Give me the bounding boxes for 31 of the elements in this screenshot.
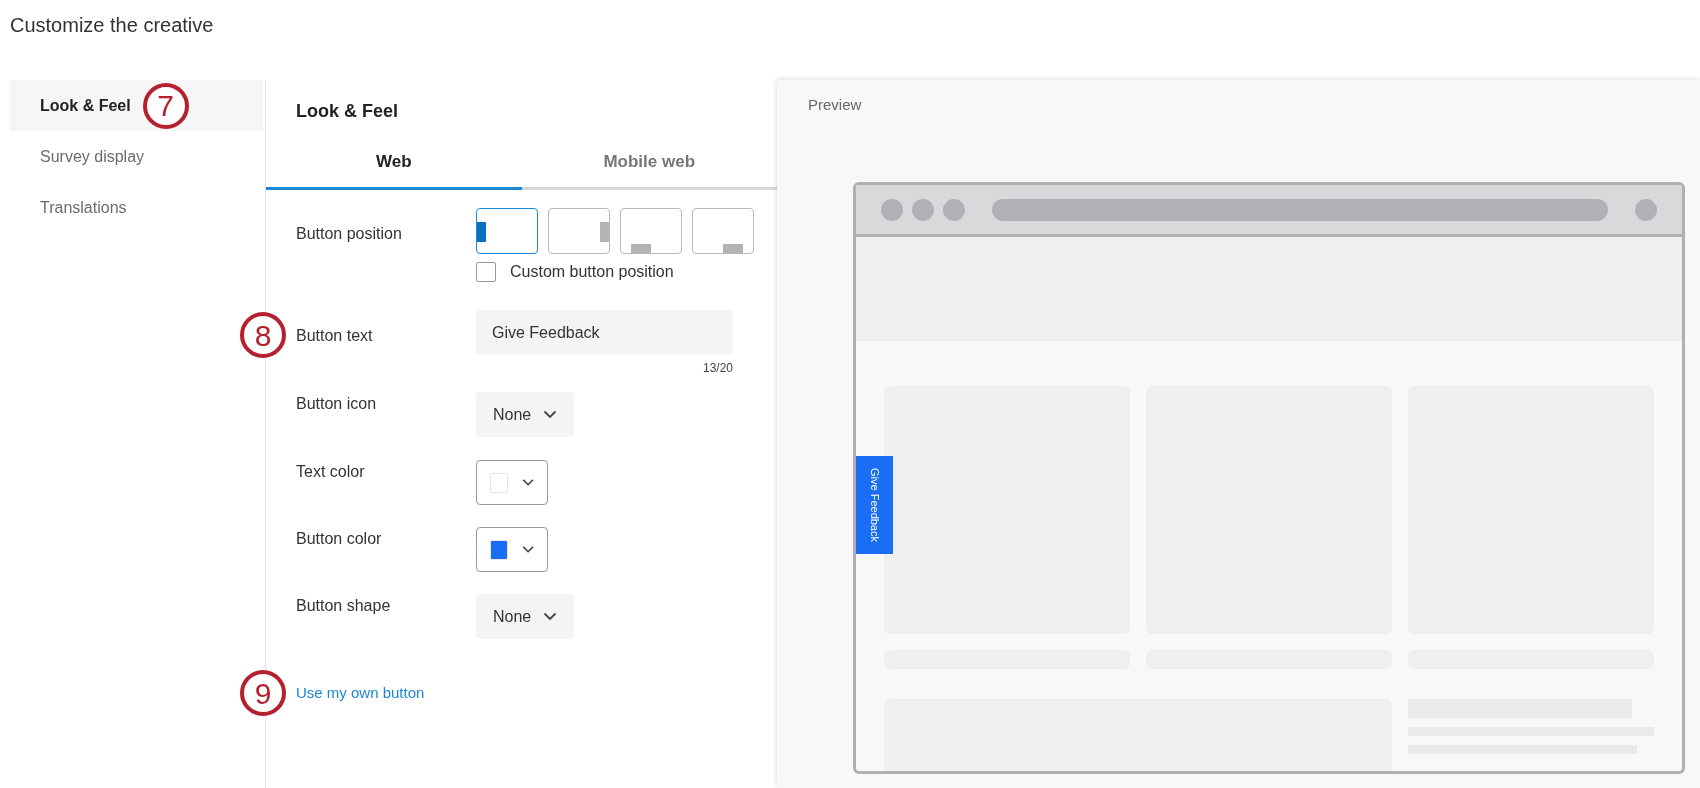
color-picker[interactable] [476,527,548,572]
field-label: Text color [296,462,366,482]
panel-title: Look & Feel [295,100,399,123]
field-label: Button icon [296,394,378,414]
step-number-callout: 7 [142,82,189,129]
preview-title: Preview [808,95,863,115]
color-picker[interactable] [476,460,548,505]
dropdown[interactable]: None [476,392,575,437]
use-own-button-link[interactable]: Use my own button [296,681,425,705]
step-number-callout: 9 [240,670,286,716]
field-label: Button position [296,224,403,244]
feedback-tab-preview: Give Feedback [856,456,893,554]
button-position-option[interactable] [476,208,538,254]
field-label: Button shape [296,596,392,616]
checkbox-label: Custom button position [510,262,674,282]
checkbox[interactable] [476,262,496,282]
field-label: Button color [296,529,383,549]
chevron-down-icon [521,478,534,487]
chevron-down-icon [543,410,558,419]
button-text-field[interactable]: Give Feedback [476,310,733,355]
chevron-down-icon [543,612,558,621]
dropdown[interactable]: None [476,594,575,639]
sidebar-item[interactable]: Survey display [10,131,263,182]
sidebar-item[interactable]: Translations [10,182,263,233]
field-label: Button text [296,326,374,346]
sidebar-item[interactable]: Look & Feel 7 [10,80,263,131]
tab[interactable]: Web [266,140,522,190]
page-title: Customize the creative [10,13,215,38]
character-counter: 13/20 [702,360,733,377]
chevron-down-icon [521,545,534,554]
step-number-callout: 8 [240,312,286,358]
